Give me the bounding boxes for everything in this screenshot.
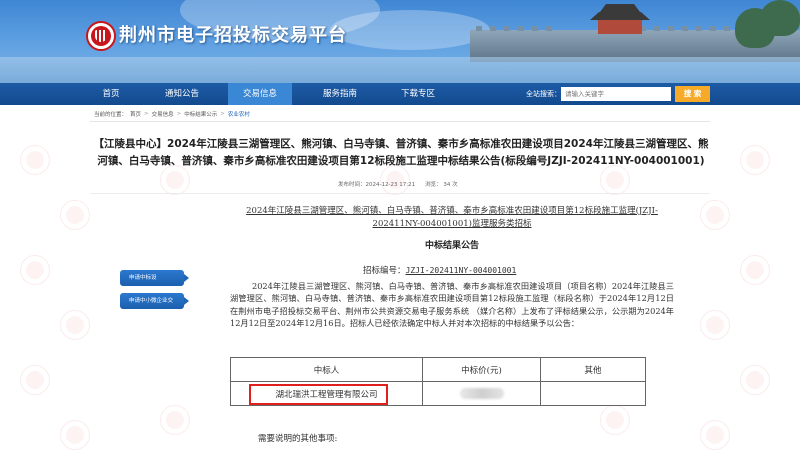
- banner-tree: [760, 0, 800, 36]
- breadcrumb-item-current[interactable]: 农业农村: [228, 110, 250, 118]
- views-label: 浏览：: [425, 182, 442, 188]
- nav-item-trade-info[interactable]: 交易信息: [228, 83, 292, 105]
- document-paragraph: 2024年江陵县三湖管理区、熊河镇、白马寺镇、普济镇、秦市乡高标准农田建设项目（…: [230, 281, 674, 329]
- breadcrumb-item-results[interactable]: 中标结果公示: [184, 110, 217, 118]
- page-title: 【江陵县中心】2024年江陵县三湖管理区、熊河镇、白马寺镇、普济镇、秦市乡高标准…: [93, 138, 709, 167]
- banner-water: [0, 57, 800, 83]
- side-button-apply-sme[interactable]: 申请中小微企业交: [120, 293, 189, 309]
- divider: [90, 121, 710, 122]
- column-header-winner: 中标人: [230, 357, 423, 382]
- publish-time-group: 发布时间：2024-12-23 17:21: [338, 180, 415, 188]
- column-header-other: 其他: [540, 357, 646, 382]
- site-logo-icon[interactable]: [86, 21, 116, 51]
- search-button[interactable]: 搜 索: [675, 86, 710, 102]
- breadcrumb-prefix: 当前的位置：: [94, 112, 128, 118]
- document-subtitle: 中标结果公告: [424, 241, 479, 251]
- nav-item-home[interactable]: 首页: [88, 83, 134, 105]
- header-banner: 荆州市电子招投标交易平台: [0, 0, 800, 83]
- column-header-price: 中标价(元): [422, 357, 541, 382]
- other-notes-heading: 需要说明的其他事项:: [258, 434, 338, 444]
- breadcrumb-separator: >: [144, 111, 149, 117]
- table-row: 湖北瑞洪工程管理有限公司: [230, 381, 646, 406]
- tender-number-value: JZJI-202411NY-004001001: [405, 266, 517, 275]
- table-header-row: 中标人 中标价(元) 其他: [230, 357, 646, 382]
- breadcrumb-separator: >: [176, 111, 182, 117]
- result-table: 中标人 中标价(元) 其他 湖北瑞洪工程管理有限公司: [230, 357, 646, 406]
- views-count: 34: [443, 182, 451, 188]
- document-heading: 2024年江陵县三湖管理区、熊河镇、白马寺镇、普济镇、秦市乡高标准农田建设项目第…: [246, 206, 658, 229]
- nav-item-notices[interactable]: 通知公告: [152, 83, 212, 105]
- price-redacted: [459, 388, 504, 399]
- breadcrumb: 当前的位置： 首页 > 交易信息 > 中标结果公示 > 农业农村: [94, 108, 250, 120]
- banner-cloud: [330, 10, 490, 50]
- banner-tower: [590, 4, 650, 34]
- breadcrumb-item-home[interactable]: 首页: [130, 110, 141, 118]
- other-cell: [540, 381, 646, 406]
- nav-item-service-guide[interactable]: 服务指南: [308, 83, 372, 105]
- breadcrumb-separator: >: [220, 111, 225, 117]
- search-label: 全站搜索：: [526, 90, 561, 98]
- winner-cell: 湖北瑞洪工程管理有限公司: [230, 381, 423, 406]
- main-nav: 首页 通知公告 交易信息 服务指南 下载专区 全站搜索： 搜 索: [0, 83, 800, 105]
- article-meta: 发布时间：2024-12-23 17:21 浏览： 34 次: [338, 180, 458, 188]
- views-unit: 次: [452, 182, 458, 188]
- search-input[interactable]: [561, 87, 671, 101]
- tender-number-label: 招标编号：: [363, 266, 406, 276]
- publish-label: 发布时间：: [338, 182, 366, 188]
- nav-item-downloads[interactable]: 下载专区: [386, 83, 450, 105]
- publish-time: 2024-12-23 17:21: [365, 182, 416, 188]
- site-title[interactable]: 荆州市电子招投标交易平台: [119, 21, 347, 47]
- breadcrumb-item-trade-info[interactable]: 交易信息: [152, 110, 174, 118]
- views-group: 浏览： 34 次: [425, 180, 458, 188]
- tender-number: 招标编号：JZJI-202411NY-004001001: [363, 264, 516, 276]
- side-button-apply-bid[interactable]: 申请中标设: [120, 270, 189, 286]
- price-cell: [422, 381, 541, 406]
- divider: [90, 193, 710, 194]
